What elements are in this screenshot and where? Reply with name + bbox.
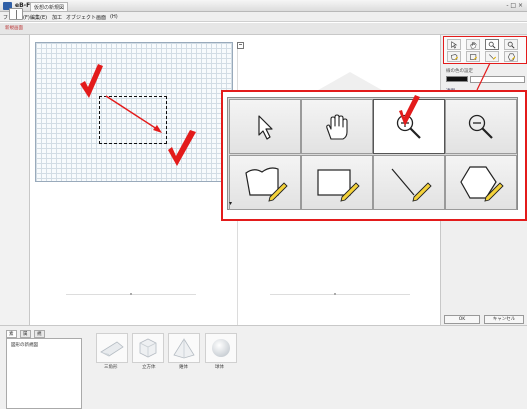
sidebar-tag[interactable]: 新規画面 <box>5 25 23 31</box>
menu-bar: ファイル(F) 編集(E) 加工 オブジェクト 画面 (H) <box>0 12 527 22</box>
wedge-icon[interactable] <box>96 333 128 363</box>
tree-view[interactable] <box>6 338 82 409</box>
arrow-icon[interactable] <box>229 99 301 154</box>
line-pencil-icon[interactable] <box>485 51 499 62</box>
hexagon-pencil-icon[interactable] <box>504 51 518 62</box>
tab-standards[interactable]: 規格図 <box>34 330 45 351</box>
document-tabstrip <box>0 23 527 35</box>
menu-help[interactable]: (H) <box>110 14 118 20</box>
title-bar <box>0 0 527 12</box>
freeform-pencil-icon[interactable] <box>447 51 461 62</box>
window-controls[interactable]: - □ × <box>506 2 523 9</box>
menu-view[interactable]: 画面 <box>96 14 106 21</box>
hand-icon[interactable] <box>466 39 480 50</box>
ok-button[interactable]: OK <box>444 315 480 324</box>
zoom-in-icon[interactable] <box>373 99 445 154</box>
line-color-label: 線の色の設定 <box>446 69 473 74</box>
zoom-out-icon[interactable] <box>445 99 517 154</box>
zoom-in-icon[interactable] <box>485 39 499 50</box>
menu-process[interactable]: 加工 <box>52 14 62 21</box>
document-tab[interactable]: 仮想の新規図 <box>30 2 68 11</box>
hand-icon[interactable] <box>301 99 373 154</box>
floor-line-left <box>66 293 196 295</box>
freeform-pencil-icon[interactable] <box>229 155 301 210</box>
shape-label-pyramid: 錐体 <box>179 365 188 370</box>
book-icon[interactable] <box>9 8 23 20</box>
left-sidebar <box>0 35 30 325</box>
line-color-swatch[interactable] <box>446 76 468 82</box>
expand-caret-icon[interactable]: ▾ <box>229 200 232 207</box>
hexagon-pencil-icon[interactable] <box>445 155 517 210</box>
pyramid-icon[interactable] <box>168 333 200 363</box>
tab-attributes[interactable]: 属性 <box>20 330 31 344</box>
rectangle-pencil-icon[interactable] <box>301 155 373 210</box>
shape-label-sphere: 球体 <box>215 365 224 370</box>
zoom-out-icon[interactable] <box>504 39 518 50</box>
line-width-input[interactable] <box>470 76 525 83</box>
cancel-button[interactable]: キャンセル <box>484 315 524 324</box>
toolbar-callout-panel <box>227 97 518 210</box>
tree-item[interactable]: 図形の新規図 <box>11 342 38 348</box>
tab-materials[interactable]: 素材 <box>6 330 17 344</box>
menu-object[interactable]: オブジェクト <box>66 14 96 21</box>
zoom-selection-rectangle <box>99 96 167 144</box>
floor-line-right <box>270 293 410 295</box>
shape-label-wedge: 三角形 <box>104 365 118 370</box>
arrow-icon[interactable] <box>447 39 461 50</box>
line-pencil-icon[interactable] <box>373 155 445 210</box>
menu-edit[interactable]: 編集(E) <box>30 14 47 21</box>
view-icon[interactable] <box>237 42 244 49</box>
sphere-icon[interactable] <box>205 333 237 363</box>
cube-icon[interactable] <box>132 333 164 363</box>
tool-palette <box>443 36 527 64</box>
shape-label-cube: 立方体 <box>142 365 156 370</box>
rectangle-pencil-icon[interactable] <box>466 51 480 62</box>
